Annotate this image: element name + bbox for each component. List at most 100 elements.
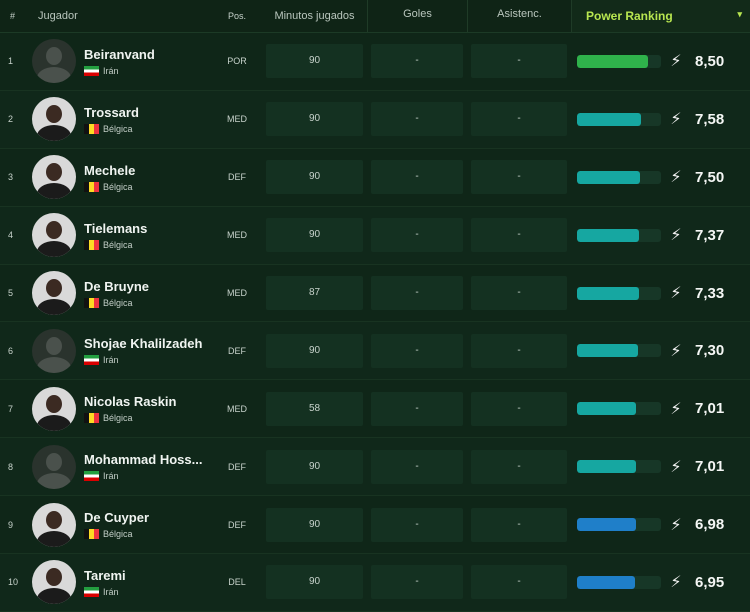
- player-avatar[interactable]: [32, 502, 76, 547]
- player-cell[interactable]: Mechele Bélgica: [32, 155, 212, 200]
- table-row[interactable]: 7 Nicolas Raskin Bélgica MED 58 - - ⚡︎ 7…: [0, 380, 750, 439]
- player-avatar[interactable]: [32, 213, 76, 258]
- player-position: DEF: [228, 519, 246, 530]
- power-ranking-table: # Jugador Pos. Minutos jugados Goles Asi…: [0, 0, 750, 612]
- goals-value: -: [371, 44, 463, 79]
- power-ranking-score: 7,58: [695, 110, 725, 128]
- header-minutes[interactable]: Minutos jugados: [262, 10, 367, 22]
- header-assists[interactable]: Asistenc.: [467, 0, 571, 32]
- power-ranking-score: 6,95: [695, 573, 725, 591]
- player-name[interactable]: Shojae Khalilzadeh: [84, 336, 202, 351]
- player-name[interactable]: Taremi: [84, 568, 126, 583]
- player-cell[interactable]: Shojae Khalilzadeh Irán: [32, 328, 212, 373]
- rank-number: 8: [8, 461, 14, 472]
- player-avatar[interactable]: [32, 97, 76, 142]
- minutes-played: 90: [266, 44, 363, 79]
- player-cell[interactable]: Taremi Irán: [32, 560, 212, 605]
- minutes-played: 90: [266, 218, 363, 253]
- table-row[interactable]: 2 Trossard Bélgica MED 90 - - ⚡︎ 7,58: [0, 90, 750, 149]
- table-row[interactable]: 10 Taremi Irán DEL 90 - - ⚡︎ 6,95: [0, 554, 750, 612]
- rank-number: 10: [8, 577, 19, 588]
- player-position: MED: [227, 114, 247, 125]
- power-ranking-bar-fill: [577, 518, 636, 532]
- player-cell[interactable]: Trossard Bélgica: [32, 97, 212, 142]
- rank-number: 4: [8, 230, 14, 241]
- header-player[interactable]: Jugador: [32, 10, 212, 22]
- lightning-icon: ⚡︎: [670, 227, 682, 245]
- table-row[interactable]: 5 De Bruyne Bélgica MED 87 - - ⚡︎ 7,33: [0, 264, 750, 323]
- header-power-ranking[interactable]: Power Ranking ▾: [571, 0, 750, 32]
- player-avatar[interactable]: [32, 328, 76, 373]
- player-name[interactable]: Mohammad Hoss...: [84, 452, 202, 467]
- rank-number: 9: [8, 519, 14, 530]
- belgium-flag-icon: [84, 297, 99, 308]
- player-name[interactable]: Beiranvand: [84, 47, 155, 62]
- header-position[interactable]: Pos.: [212, 11, 262, 21]
- player-country: Irán: [103, 471, 119, 482]
- player-country: Bélgica: [103, 297, 133, 308]
- player-position: DEF: [228, 345, 246, 356]
- power-ranking-cell: ⚡︎ 7,58: [571, 109, 750, 129]
- rank-number: 1: [8, 56, 14, 67]
- power-ranking-bar: [577, 575, 661, 589]
- player-name[interactable]: De Cuyper: [84, 510, 149, 525]
- lightning-icon: ⚡︎: [670, 285, 682, 302]
- player-cell[interactable]: Mohammad Hoss... Irán: [32, 444, 212, 489]
- player-cell[interactable]: De Cuyper Bélgica: [32, 502, 212, 547]
- player-country: Bélgica: [103, 123, 133, 134]
- rank-number: 6: [8, 345, 14, 356]
- power-ranking-bar: [577, 170, 661, 184]
- header-goals[interactable]: Goles: [367, 0, 467, 32]
- power-ranking-bar: [577, 518, 661, 532]
- lightning-icon: ⚡︎: [670, 342, 682, 360]
- player-cell[interactable]: De Bruyne Bélgica: [32, 271, 212, 315]
- rank-number: 7: [8, 403, 14, 414]
- table-row[interactable]: 4 Tielemans Bélgica MED 90 - - ⚡︎ 7,37: [0, 206, 750, 265]
- power-ranking-bar: [577, 344, 661, 358]
- player-name[interactable]: De Bruyne: [84, 279, 149, 294]
- player-avatar[interactable]: [32, 155, 76, 200]
- power-ranking-bar: [577, 286, 661, 300]
- player-name[interactable]: Tielemans: [84, 221, 147, 236]
- player-position: MED: [227, 403, 247, 414]
- player-country: Bélgica: [103, 181, 133, 192]
- player-position: DEL: [228, 577, 246, 588]
- table-row[interactable]: 9 De Cuyper Bélgica DEF 90 - - ⚡︎ 6,98: [0, 496, 750, 555]
- goals-value: -: [371, 102, 463, 137]
- player-position: MED: [227, 230, 247, 241]
- power-ranking-cell: ⚡︎ 7,33: [571, 283, 750, 303]
- player-name[interactable]: Trossard: [84, 105, 139, 120]
- power-ranking-bar: [577, 228, 661, 242]
- power-ranking-score: 7,37: [695, 226, 725, 244]
- table-row[interactable]: 8 Mohammad Hoss... Irán DEF 90 - - ⚡︎ 7,…: [0, 438, 750, 497]
- power-ranking-cell: ⚡︎ 7,01: [571, 399, 750, 419]
- player-name[interactable]: Nicolas Raskin: [84, 394, 177, 409]
- goals-value: -: [371, 333, 463, 368]
- player-avatar[interactable]: [32, 560, 76, 605]
- player-country: Bélgica: [103, 239, 133, 250]
- minutes-played: 90: [266, 507, 363, 542]
- player-avatar[interactable]: [32, 386, 76, 431]
- header-rank[interactable]: #: [0, 11, 32, 21]
- player-avatar[interactable]: [32, 444, 76, 489]
- belgium-flag-icon: [84, 239, 99, 250]
- minutes-played: 90: [266, 160, 363, 195]
- player-name[interactable]: Mechele: [84, 163, 135, 178]
- player-cell[interactable]: Tielemans Bélgica: [32, 213, 212, 258]
- minutes-played: 90: [266, 449, 363, 484]
- iran-flag-icon: [84, 586, 99, 597]
- player-cell[interactable]: Nicolas Raskin Bélgica: [32, 386, 212, 431]
- player-cell[interactable]: Beiranvand Irán: [32, 39, 212, 84]
- table-row[interactable]: 6 Shojae Khalilzadeh Irán DEF 90 - - ⚡︎ …: [0, 322, 750, 381]
- iran-flag-icon: [84, 65, 99, 76]
- table-row[interactable]: 3 Mechele Bélgica DEF 90 - - ⚡︎ 7,50: [0, 148, 750, 207]
- assists-value: -: [471, 333, 567, 368]
- table-row[interactable]: 1 Beiranvand Irán POR 90 - - ⚡︎ 8,50: [0, 33, 750, 91]
- assists-value: -: [471, 449, 567, 484]
- assists-value: -: [471, 507, 567, 542]
- lightning-icon: ⚡︎: [670, 53, 682, 71]
- player-avatar[interactable]: [32, 39, 76, 84]
- player-avatar[interactable]: [32, 271, 76, 315]
- sort-desc-icon[interactable]: ▾: [737, 0, 742, 28]
- goals-value: -: [371, 449, 463, 484]
